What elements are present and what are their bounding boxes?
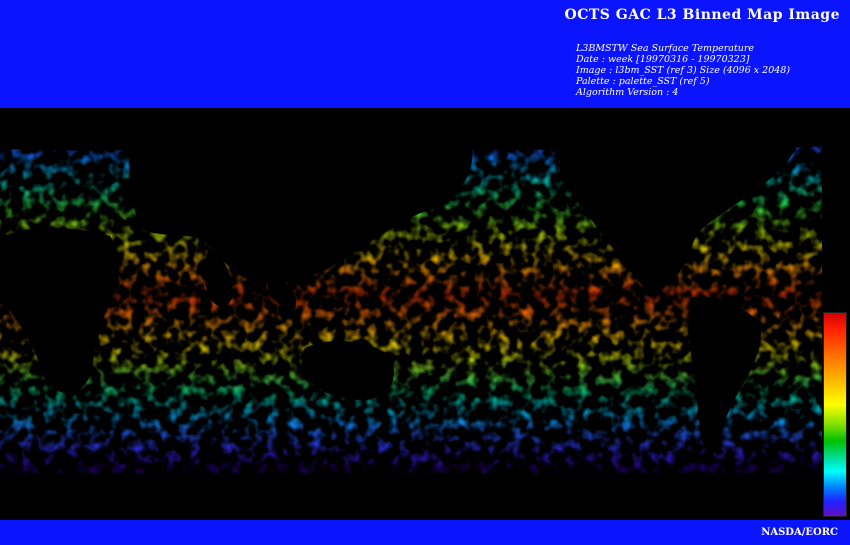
footer-banner: NASDA/EORC bbox=[0, 520, 850, 545]
sst-map bbox=[0, 108, 850, 520]
metadata-block: L3BMSTW Sea Surface Temperature Date : w… bbox=[576, 43, 790, 98]
meta-image-line: Image : l3bm_SST (ref 3) Size (4096 x 20… bbox=[576, 65, 791, 76]
sst-map-image bbox=[0, 108, 850, 520]
temperature-colorbar bbox=[823, 312, 847, 517]
credit-label: NASDA/EORC bbox=[761, 527, 838, 538]
meta-date-line: Date : week [19970316 - 19970323] bbox=[576, 54, 750, 65]
meta-palette-line: Palette : palette_SST (ref 5) bbox=[576, 76, 710, 87]
header-banner: OCTS GAC L3 Binned Map Image L3BMSTW Sea… bbox=[0, 0, 850, 108]
meta-algorithm-line: Algorithm Version : 4 bbox=[576, 87, 679, 98]
map-title: OCTS GAC L3 Binned Map Image bbox=[564, 7, 840, 23]
meta-product-line: L3BMSTW Sea Surface Temperature bbox=[576, 43, 755, 54]
